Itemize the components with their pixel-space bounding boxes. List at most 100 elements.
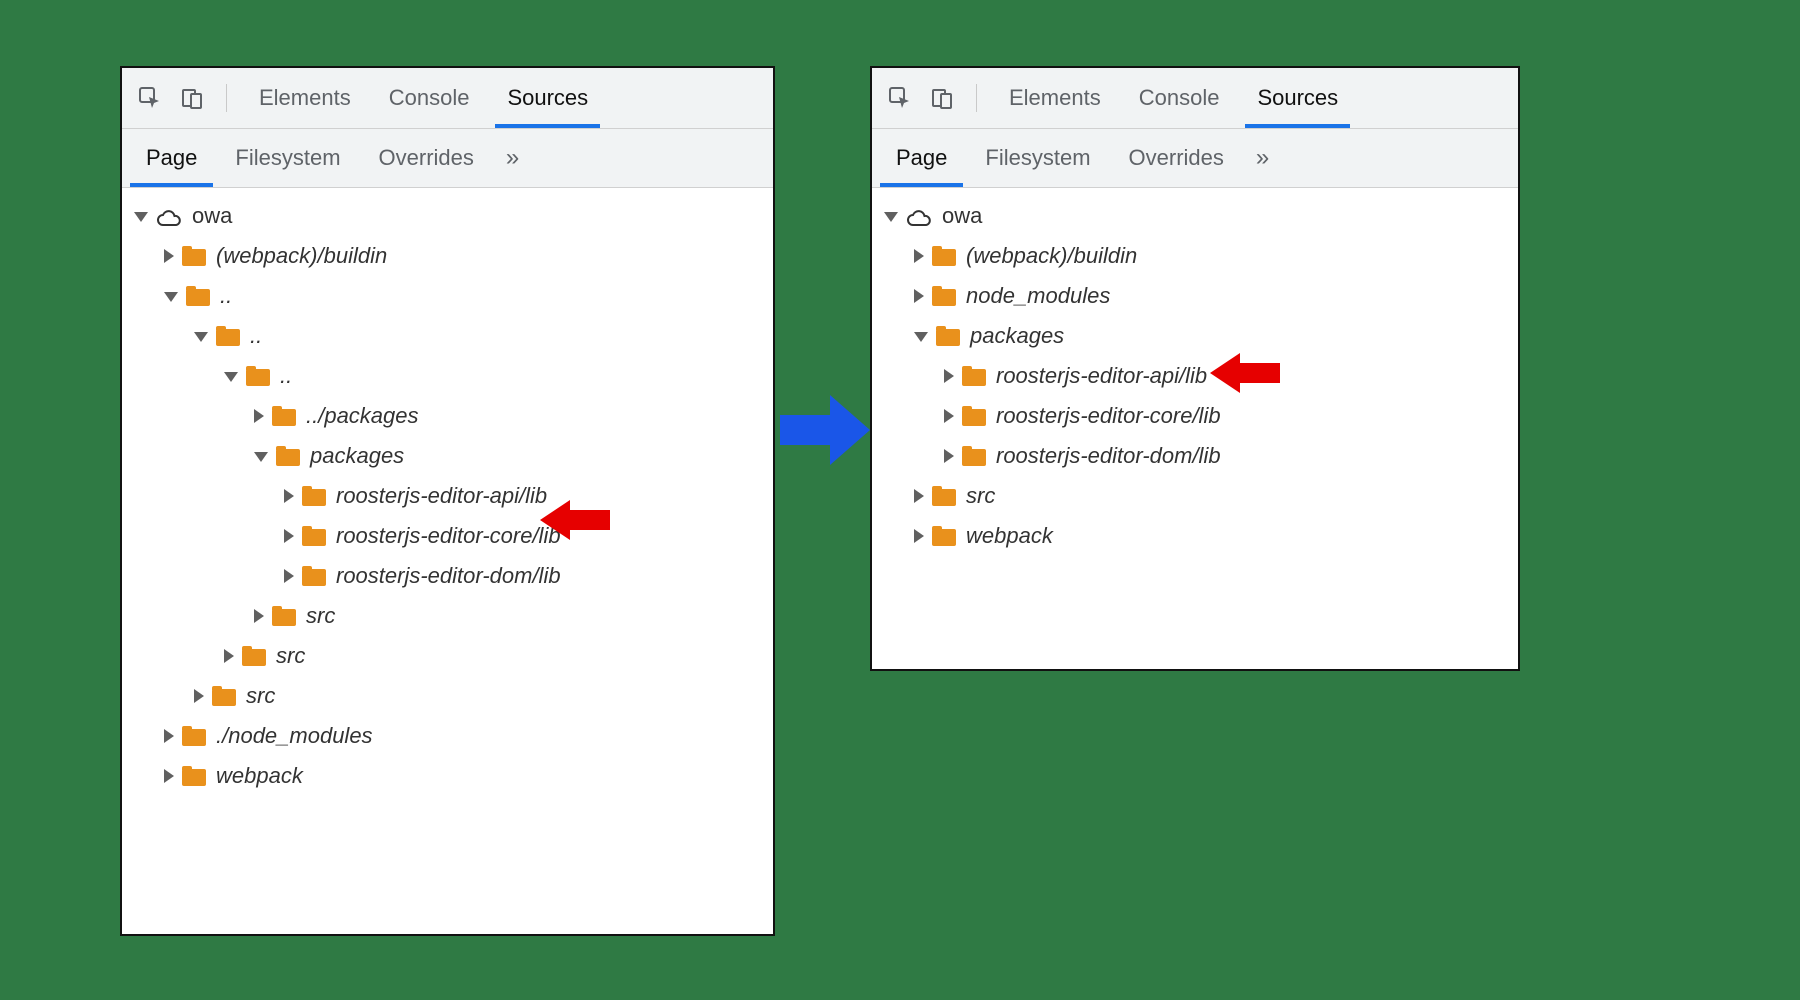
subtab-filesystem[interactable]: Filesystem	[219, 129, 356, 187]
tab-sources[interactable]: Sources	[1245, 68, 1350, 128]
folder-icon	[302, 486, 326, 506]
tree-row[interactable]: src	[130, 596, 765, 636]
disclosure-closed-icon[interactable]	[914, 289, 924, 303]
tree-row-root[interactable]: owa	[130, 196, 765, 236]
folder-icon	[932, 486, 956, 506]
tree-row[interactable]: ./node_modules	[130, 716, 765, 756]
folder-icon	[962, 406, 986, 426]
disclosure-open-icon[interactable]	[134, 212, 148, 222]
tab-elements[interactable]: Elements	[997, 68, 1113, 128]
disclosure-closed-icon[interactable]	[254, 609, 264, 623]
disclosure-closed-icon[interactable]	[944, 369, 954, 383]
disclosure-closed-icon[interactable]	[944, 409, 954, 423]
tree-label: ../packages	[306, 403, 419, 429]
disclosure-open-icon[interactable]	[164, 292, 178, 302]
tab-elements[interactable]: Elements	[247, 68, 363, 128]
tree-label: roosterjs-editor-dom/lib	[996, 443, 1221, 469]
folder-icon	[276, 446, 300, 466]
toolbar-separator	[226, 84, 227, 112]
folder-icon	[272, 406, 296, 426]
disclosure-closed-icon[interactable]	[944, 449, 954, 463]
tree-row[interactable]: webpack	[880, 516, 1510, 556]
folder-icon	[932, 526, 956, 546]
tree-row[interactable]: webpack	[130, 756, 765, 796]
tree-label: ..	[220, 283, 232, 309]
disclosure-closed-icon[interactable]	[284, 489, 294, 503]
tree-label: ..	[280, 363, 292, 389]
tree-row-packages[interactable]: packages	[130, 436, 765, 476]
folder-icon	[272, 606, 296, 626]
subtab-more-icon[interactable]: »	[496, 144, 529, 172]
folder-icon	[216, 326, 240, 346]
tree-label: roosterjs-editor-core/lib	[996, 403, 1221, 429]
tree-row[interactable]: ../packages	[130, 396, 765, 436]
subtab-filesystem[interactable]: Filesystem	[969, 129, 1106, 187]
tree-row[interactable]: src	[880, 476, 1510, 516]
disclosure-open-icon[interactable]	[224, 372, 238, 382]
tree-label: (webpack)/buildin	[216, 243, 387, 269]
folder-icon	[936, 326, 960, 346]
tree-row[interactable]: ..	[130, 316, 765, 356]
disclosure-closed-icon[interactable]	[914, 249, 924, 263]
subtab-overrides[interactable]: Overrides	[363, 129, 490, 187]
device-toggle-icon[interactable]	[928, 84, 956, 112]
tree-label: roosterjs-editor-api/lib	[996, 363, 1207, 389]
disclosure-closed-icon[interactable]	[224, 649, 234, 663]
tree-row[interactable]: roosterjs-editor-core/lib	[130, 516, 765, 556]
tree-row[interactable]: ..	[130, 356, 765, 396]
subtab-more-icon[interactable]: »	[1246, 144, 1279, 172]
tree-label: roosterjs-editor-api/lib	[336, 483, 547, 509]
tree-label: roosterjs-editor-dom/lib	[336, 563, 561, 589]
disclosure-closed-icon[interactable]	[194, 689, 204, 703]
tree-row[interactable]: node_modules	[880, 276, 1510, 316]
tab-console[interactable]: Console	[377, 68, 482, 128]
disclosure-open-icon[interactable]	[194, 332, 208, 342]
tree-row[interactable]: src	[130, 676, 765, 716]
tab-sources[interactable]: Sources	[495, 68, 600, 128]
disclosure-closed-icon[interactable]	[914, 529, 924, 543]
file-tree-left: owa (webpack)/buildin .. .. ..	[122, 188, 773, 934]
tree-row-packages[interactable]: packages	[880, 316, 1510, 356]
cloud-icon	[906, 207, 932, 225]
folder-icon	[182, 726, 206, 746]
subtab-page[interactable]: Page	[880, 129, 963, 187]
tree-label: owa	[192, 203, 232, 229]
tree-row[interactable]: roosterjs-editor-api/lib	[880, 356, 1510, 396]
tree-row[interactable]: (webpack)/buildin	[880, 236, 1510, 276]
inspect-icon[interactable]	[886, 84, 914, 112]
folder-icon	[182, 766, 206, 786]
disclosure-closed-icon[interactable]	[284, 529, 294, 543]
disclosure-open-icon[interactable]	[914, 332, 928, 342]
tree-row-root[interactable]: owa	[880, 196, 1510, 236]
inspect-icon[interactable]	[136, 84, 164, 112]
tree-label: src	[246, 683, 275, 709]
tree-label: (webpack)/buildin	[966, 243, 1137, 269]
tree-row[interactable]: roosterjs-editor-core/lib	[880, 396, 1510, 436]
tree-label: src	[966, 483, 995, 509]
subtab-overrides[interactable]: Overrides	[1113, 129, 1240, 187]
tree-row[interactable]: src	[130, 636, 765, 676]
subtab-page[interactable]: Page	[130, 129, 213, 187]
folder-icon	[932, 286, 956, 306]
tree-row[interactable]: (webpack)/buildin	[130, 236, 765, 276]
tree-row[interactable]: roosterjs-editor-dom/lib	[880, 436, 1510, 476]
folder-icon	[212, 686, 236, 706]
folder-icon	[932, 246, 956, 266]
disclosure-closed-icon[interactable]	[164, 249, 174, 263]
annotation-blue-arrow-icon	[780, 390, 870, 470]
tree-row[interactable]: ..	[130, 276, 765, 316]
disclosure-closed-icon[interactable]	[254, 409, 264, 423]
disclosure-closed-icon[interactable]	[284, 569, 294, 583]
disclosure-open-icon[interactable]	[884, 212, 898, 222]
devtools-panel-left: Elements Console Sources Page Filesystem…	[120, 66, 775, 936]
disclosure-open-icon[interactable]	[254, 452, 268, 462]
tab-console[interactable]: Console	[1127, 68, 1232, 128]
disclosure-closed-icon[interactable]	[914, 489, 924, 503]
tree-row[interactable]: roosterjs-editor-dom/lib	[130, 556, 765, 596]
folder-icon	[962, 366, 986, 386]
folder-icon	[186, 286, 210, 306]
disclosure-closed-icon[interactable]	[164, 769, 174, 783]
device-toggle-icon[interactable]	[178, 84, 206, 112]
tree-row[interactable]: roosterjs-editor-api/lib	[130, 476, 765, 516]
disclosure-closed-icon[interactable]	[164, 729, 174, 743]
